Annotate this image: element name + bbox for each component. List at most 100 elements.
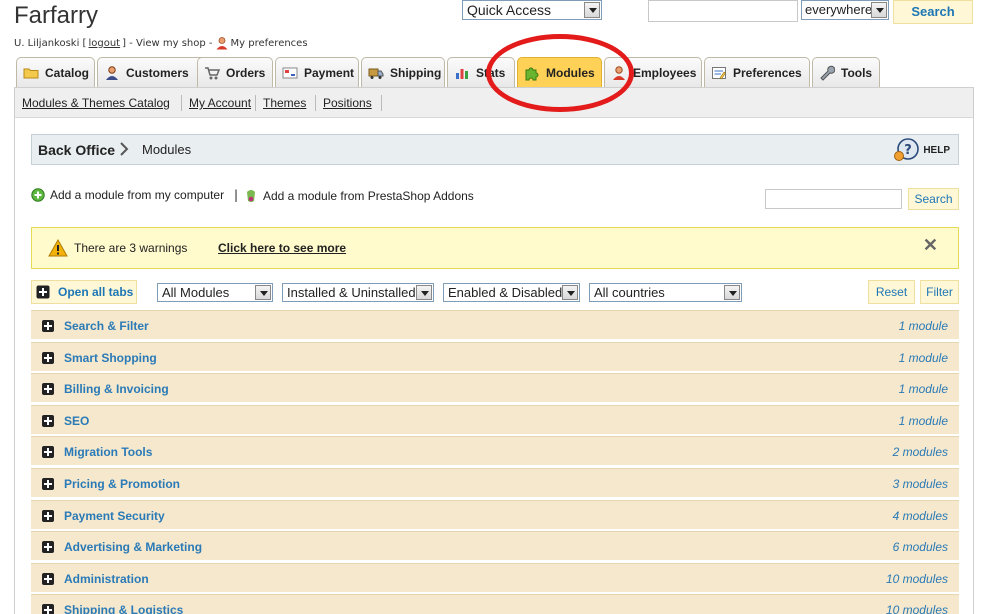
tab-label: Catalog <box>45 65 90 80</box>
category-row[interactable]: Shipping & Logistics 10 modules <box>31 594 959 614</box>
category-name[interactable]: Migration Tools <box>64 445 152 459</box>
add-module-addons-link[interactable]: Add a module from PrestaShop Addons <box>244 188 474 204</box>
category-name[interactable]: Pricing & Promotion <box>64 477 180 491</box>
tab-payment[interactable]: Payment <box>275 57 359 87</box>
puzzle-icon <box>525 67 539 80</box>
search-scope-value: everywhere <box>805 2 873 17</box>
category-row[interactable]: Payment Security 4 modules <box>31 499 959 530</box>
expand-icon[interactable] <box>42 604 54 614</box>
country-select[interactable]: All countries <box>589 283 742 302</box>
warning-text: There are 3 warnings <box>74 241 188 255</box>
top-search-input[interactable] <box>648 0 798 22</box>
expand-icon[interactable] <box>42 509 54 522</box>
subnav-positions[interactable]: Positions <box>323 96 372 110</box>
tab-tools[interactable]: Tools <box>812 57 880 87</box>
tab-modules[interactable]: Modules <box>517 57 602 87</box>
warning-see-more-link[interactable]: Click here to see more <box>218 241 346 255</box>
category-name[interactable]: Administration <box>64 572 149 586</box>
tab-catalog[interactable]: Catalog <box>16 57 95 87</box>
category-count: 2 modules <box>892 445 948 460</box>
expand-icon[interactable] <box>42 383 54 396</box>
category-name[interactable]: Shipping & Logistics <box>64 603 183 614</box>
top-search-button[interactable]: Search <box>893 0 973 24</box>
filter-button[interactable]: Filter <box>920 280 959 304</box>
subnav-modules-themes-catalog[interactable]: Modules & Themes Catalog <box>22 96 170 110</box>
add-module-computer-label: Add a module from my computer <box>50 188 225 202</box>
tab-stats[interactable]: Stats <box>447 57 515 87</box>
category-row[interactable]: Billing & Invoicing 1 module <box>31 373 959 404</box>
search-scope-select[interactable]: everywhere <box>801 0 889 20</box>
category-row[interactable]: SEO 1 module <box>31 404 959 435</box>
tab-customers[interactable]: Customers <box>97 57 211 87</box>
module-search-button[interactable]: Search <box>908 188 959 210</box>
wrench-icon <box>820 65 835 81</box>
chevron-down-icon[interactable] <box>871 2 887 18</box>
expand-icon[interactable] <box>42 572 54 585</box>
category-count: 1 module <box>898 382 948 397</box>
warning-icon <box>48 239 68 257</box>
module-type-select[interactable]: All Modules <box>157 283 273 302</box>
install-state-select[interactable]: Installed & Uninstalled <box>282 283 434 302</box>
category-row[interactable]: Smart Shopping 1 module <box>31 341 959 372</box>
chevron-down-icon[interactable] <box>255 285 271 300</box>
warning-banner: There are 3 warnings Click here to see m… <box>31 227 959 269</box>
chevron-down-icon[interactable] <box>416 285 432 300</box>
plus-icon <box>36 285 50 299</box>
category-name[interactable]: Billing & Invoicing <box>64 382 169 396</box>
expand-icon[interactable] <box>42 478 54 490</box>
category-count: 1 module <box>898 413 948 428</box>
tab-label: Employees <box>633 65 697 80</box>
category-count: 1 module <box>898 350 948 365</box>
category-row[interactable]: Search & Filter 1 module <box>31 310 959 340</box>
my-preferences-link[interactable]: My preferences <box>231 38 308 49</box>
help-button[interactable]: ? HELP <box>894 138 950 162</box>
category-name[interactable]: SEO <box>64 414 89 428</box>
user-name: U. Liljankoski [ <box>14 37 87 49</box>
chevron-down-icon[interactable] <box>562 285 578 300</box>
quick-access-select[interactable]: Quick Access <box>462 0 602 20</box>
chevron-down-icon[interactable] <box>724 285 740 300</box>
enable-state-select[interactable]: Enabled & Disabled <box>443 283 580 302</box>
logout-link[interactable]: logout <box>88 38 120 49</box>
add-module-computer-link[interactable]: Add a module from my computer <box>31 188 224 202</box>
subnav-themes[interactable]: Themes <box>263 96 306 110</box>
category-row[interactable]: Administration 10 modules <box>31 562 959 593</box>
category-name[interactable]: Smart Shopping <box>64 351 157 365</box>
tab-employees[interactable]: Employees <box>604 57 702 87</box>
category-row[interactable]: Migration Tools 2 modules <box>31 436 959 467</box>
module-search-input[interactable] <box>765 189 902 209</box>
subnav-my-account[interactable]: My Account <box>189 96 251 110</box>
close-icon[interactable]: ✕ <box>923 235 938 256</box>
open-all-tabs-button[interactable]: Open all tabs <box>31 280 137 304</box>
filter-bar: Open all tabs All Modules Installed & Un… <box>31 280 959 306</box>
expand-icon[interactable] <box>42 351 54 364</box>
expand-icon[interactable] <box>42 541 54 554</box>
category-row[interactable]: Pricing & Promotion 3 modules <box>31 468 959 498</box>
tab-label: Preferences <box>733 65 802 80</box>
reset-button[interactable]: Reset <box>868 280 915 304</box>
module-type-value: All Modules <box>162 285 230 300</box>
chevron-right-icon <box>120 142 129 156</box>
svg-text:?: ? <box>905 143 913 158</box>
category-name[interactable]: Advertising & Marketing <box>64 540 202 554</box>
category-name[interactable]: Payment Security <box>64 509 165 523</box>
tab-shipping[interactable]: Shipping <box>361 57 445 87</box>
breadcrumb-root[interactable]: Back Office <box>38 142 115 158</box>
category-count: 10 modules <box>885 603 948 614</box>
folder-icon <box>23 68 39 78</box>
action-separator: | <box>234 188 239 202</box>
category-name[interactable]: Search & Filter <box>64 319 149 333</box>
subnav-divider <box>181 95 182 111</box>
expand-icon[interactable] <box>42 320 54 332</box>
tab-orders[interactable]: Orders <box>197 57 273 87</box>
expand-icon[interactable] <box>42 414 54 427</box>
truck-icon <box>368 68 384 79</box>
view-shop-link[interactable]: ] - View my shop - <box>122 38 212 49</box>
preferences-icon <box>712 66 726 79</box>
expand-icon[interactable] <box>42 446 54 459</box>
tab-label: Stats <box>476 65 506 80</box>
tab-preferences[interactable]: Preferences <box>704 57 810 87</box>
chevron-down-icon[interactable] <box>584 2 600 18</box>
category-row[interactable]: Advertising & Marketing 6 modules <box>31 531 959 562</box>
help-icon: ? <box>894 138 920 161</box>
